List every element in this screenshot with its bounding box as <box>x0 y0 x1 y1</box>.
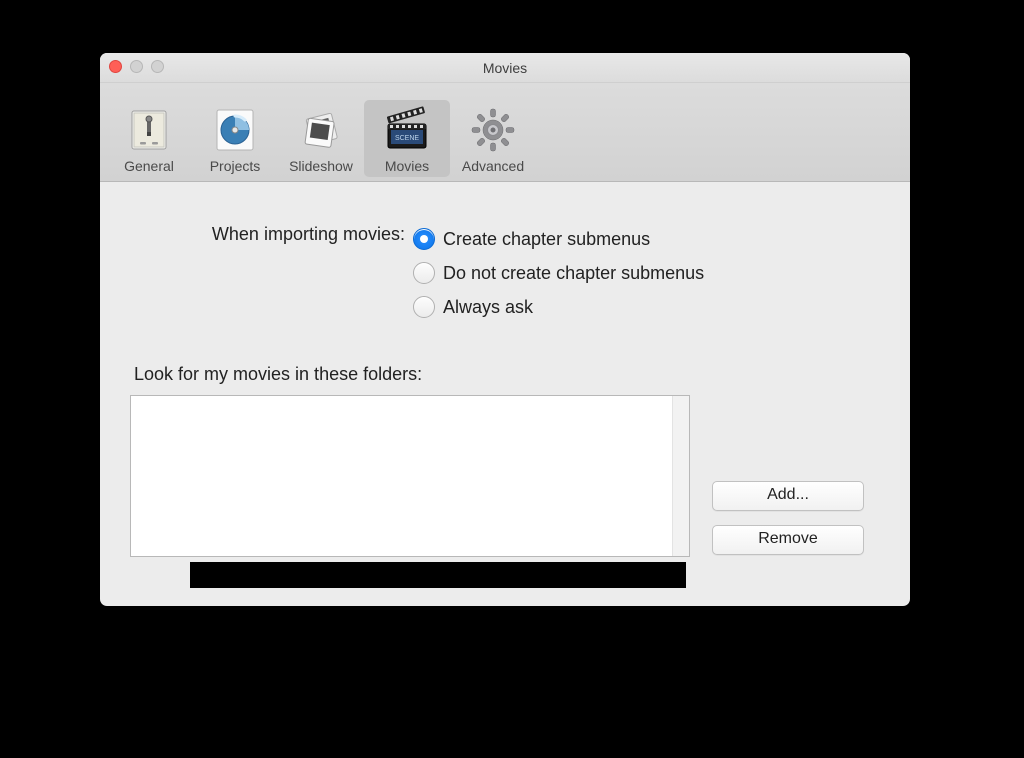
svg-text:SCENE: SCENE <box>395 135 419 142</box>
toolbar-item-general[interactable]: General <box>106 100 192 177</box>
folder-buttons: Add... Remove <box>712 481 864 557</box>
import-radio-group: Create chapter submenus Do not create ch… <box>405 222 704 324</box>
content-pane: When importing movies: Create chapter su… <box>100 182 910 606</box>
toolbar-label: Movies <box>385 158 429 174</box>
preferences-window: Movies General <box>100 53 910 606</box>
close-window-button[interactable] <box>109 60 122 73</box>
radio-label: Always ask <box>443 297 533 318</box>
minimize-window-button[interactable] <box>130 60 143 73</box>
folders-label: Look for my movies in these folders: <box>134 364 880 385</box>
radio-label: Do not create chapter submenus <box>443 263 704 284</box>
toolbar-item-projects[interactable]: Projects <box>192 100 278 177</box>
radio-button-icon <box>413 262 435 284</box>
window-title: Movies <box>483 60 527 76</box>
folders-row: Add... Remove <box>130 395 880 557</box>
slideshow-icon <box>297 106 345 154</box>
general-icon <box>125 106 173 154</box>
toolbar-label: Projects <box>210 158 261 174</box>
radio-always-ask[interactable]: Always ask <box>413 290 704 324</box>
add-button[interactable]: Add... <box>712 481 864 511</box>
toolbar-label: General <box>124 158 174 174</box>
projects-icon <box>211 106 259 154</box>
import-label: When importing movies: <box>130 222 405 245</box>
radio-button-icon <box>413 228 435 250</box>
folders-listbox[interactable] <box>130 395 690 557</box>
movies-icon: SCENE <box>383 106 431 154</box>
radio-button-icon <box>413 296 435 318</box>
radio-no-submenus[interactable]: Do not create chapter submenus <box>413 256 704 290</box>
toolbar-item-advanced[interactable]: Advanced <box>450 100 536 177</box>
advanced-icon <box>469 106 517 154</box>
zoom-window-button[interactable] <box>151 60 164 73</box>
redacted-area <box>190 562 686 588</box>
toolbar-item-slideshow[interactable]: Slideshow <box>278 100 364 177</box>
radio-create-submenus[interactable]: Create chapter submenus <box>413 222 704 256</box>
import-option-row: When importing movies: Create chapter su… <box>130 222 880 324</box>
window-controls <box>109 60 164 73</box>
toolbar-label: Slideshow <box>289 158 353 174</box>
toolbar: General Projects <box>100 83 910 182</box>
toolbar-item-movies[interactable]: SCENE Movies <box>364 100 450 177</box>
scrollbar[interactable] <box>672 396 689 556</box>
titlebar: Movies <box>100 53 910 83</box>
toolbar-label: Advanced <box>462 158 524 174</box>
radio-label: Create chapter submenus <box>443 229 650 250</box>
remove-button[interactable]: Remove <box>712 525 864 555</box>
